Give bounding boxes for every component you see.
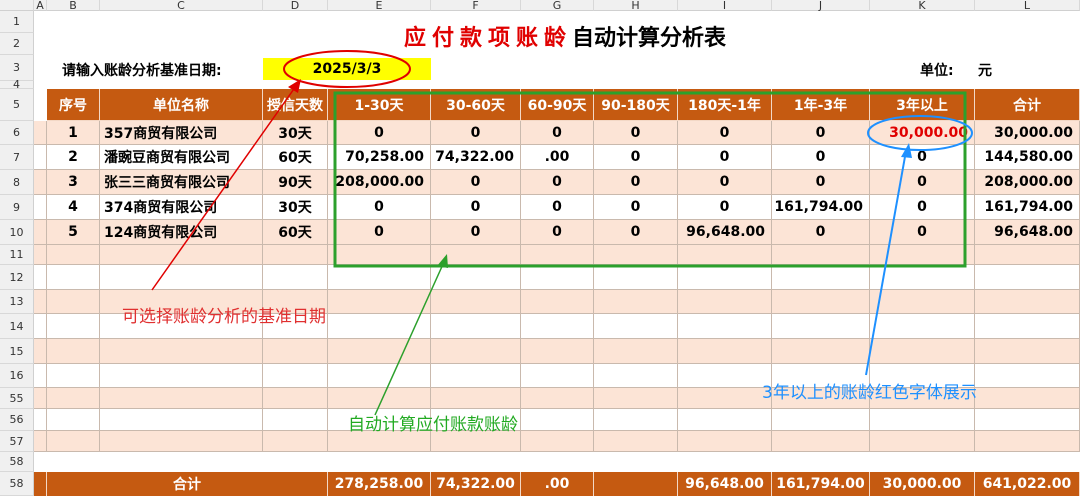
auto-calc-arrow (374, 261, 445, 416)
date-note-arrow (151, 85, 297, 291)
auto-calc-note-text: 自动计算应付账款账龄 (348, 415, 518, 435)
red-font-note-arrowhead (901, 143, 912, 158)
red-value-circle (867, 115, 973, 151)
annotation-overlay (151, 50, 973, 416)
auto-calc-box (333, 91, 967, 268)
auto-calc-arrowhead (437, 254, 448, 268)
date-note-arrowhead (288, 79, 301, 93)
date-note-text: 可选择账龄分析的基准日期 (122, 307, 326, 327)
date-highlight-circle (283, 50, 411, 88)
red-font-note-arrow (865, 150, 907, 376)
red-font-note-text: 3年以上的账龄红色字体展示 (762, 383, 977, 403)
